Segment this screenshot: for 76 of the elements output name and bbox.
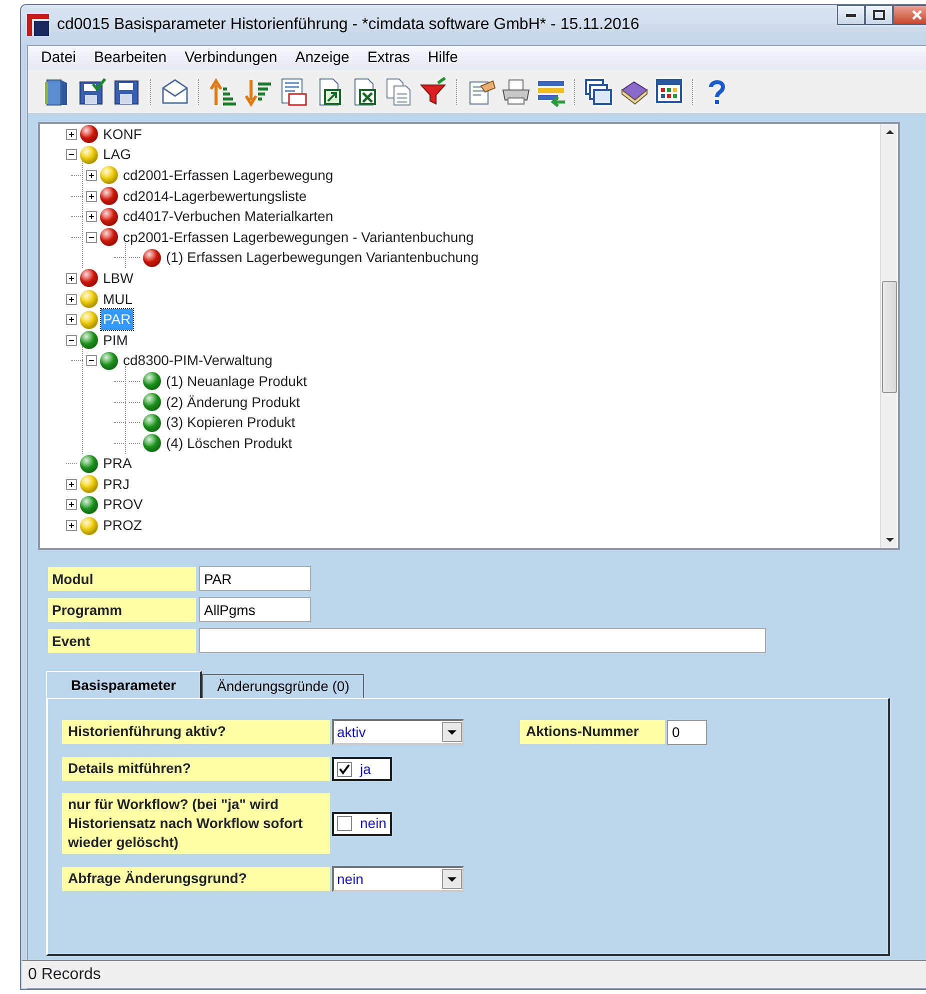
menu-item[interactable]: Datei [32,46,86,70]
tree-item[interactable]: cp2001-Erfassen Lagerbewegungen - Variantenbuchung [121,226,476,248]
expand-icon[interactable] [86,211,97,222]
minimize-icon [845,12,857,18]
status-bar: 0 Records [22,960,926,988]
field-label: Programm [48,598,196,622]
tree-item[interactable]: MUL [101,288,135,310]
checkbox[interactable]: ja [332,757,392,781]
sort-ascending-icon[interactable] [208,76,238,108]
vertical-scrollbar[interactable] [880,124,898,548]
dropdown-value: nein [337,870,364,888]
dropdown[interactable]: aktiv [332,719,464,745]
dropdown[interactable]: nein [332,866,464,892]
input-field[interactable] [199,628,766,653]
field-label: nur für Workflow? (bei "ja" wird Historiensatz nach Workflow sofort wieder gelöscht) [62,793,330,854]
field-label: Abfrage Änderungsgrund? [62,867,330,891]
checkbox[interactable]: nein [332,812,392,836]
tree-item[interactable]: cd2001-Erfassen Lagerbewegung [121,164,336,186]
input-field[interactable]: PAR [199,566,311,591]
collapse-icon[interactable] [86,232,97,243]
expand-icon[interactable] [86,170,97,181]
filter-icon[interactable] [418,76,448,108]
checkbox-label: nein [360,814,386,833]
tree-item[interactable]: (3) Kopieren Produkt [164,412,298,434]
expand-icon[interactable] [66,314,77,326]
field-label: Modul [48,566,196,590]
expand-icon[interactable] [66,478,77,490]
empty-checkbox-icon [337,816,352,831]
minimize-button[interactable] [837,5,865,25]
menu-item[interactable]: Extras [358,46,419,70]
menu-item[interactable]: Bearbeiten [85,46,176,70]
field-label: Details mitführen? [62,757,330,781]
expand-icon[interactable] [66,294,77,305]
dropdown-value: aktiv [337,722,366,742]
tree-item[interactable]: (1) Erfassen Lagerbewegungen Variantenbuchung [164,247,481,268]
tree-item[interactable]: PRA [101,453,134,474]
field-label: Aktions-Nummer [520,720,665,744]
tree-item[interactable]: LBW [101,268,136,289]
tab[interactable]: Änderungsgründe (0) [202,674,364,698]
tree-item[interactable]: cd2014-Lagerbewertungsliste [121,186,309,207]
checkbox-label: ja [360,760,371,779]
expand-icon[interactable] [66,499,77,510]
menu-item[interactable]: Anzeige [286,46,358,70]
field-label: Historienführung aktiv? [62,720,330,744]
tree-item[interactable]: KONF [101,124,144,145]
close-icon [911,9,923,21]
tree-item[interactable]: PIM [101,330,130,351]
field-label: Event [48,628,196,652]
window-title: cd0015 Basisparameter Historienführung - *cimdata software GmbH* - 15.11.2016 [57,15,640,35]
maximize-icon [873,10,885,20]
tree-item[interactable]: (4) Löschen Produkt [164,432,294,454]
tab[interactable]: Basisparameter [46,671,202,698]
app-logo-icon [27,14,49,36]
tree-item[interactable]: PRJ [101,474,132,495]
tree-item[interactable]: PROV [101,494,145,516]
tree-item[interactable]: cd8300-PIM-Verwaltung [121,350,274,372]
collapse-icon[interactable] [86,355,97,366]
input-field[interactable]: AllPgms [199,597,311,622]
collapse-icon[interactable] [66,149,77,160]
tree-item[interactable]: PROZ [101,515,144,536]
expand-icon[interactable] [66,520,77,532]
expand-icon[interactable] [66,272,77,284]
maximize-button[interactable] [865,5,893,25]
scrollbar-thumb[interactable] [882,281,897,393]
tree-item[interactable]: cd4017-Verbuchen Materialkarten [121,206,336,228]
expand-icon[interactable] [86,190,97,202]
tree-item[interactable]: (1) Neuanlage Produkt [164,370,309,392]
checkmark-icon [337,762,352,776]
save-check-icon[interactable] [77,76,107,108]
tree-item[interactable]: LAG [101,144,134,166]
collapse-icon[interactable] [66,334,77,346]
input-field[interactable]: 0 [667,720,707,744]
menu-item[interactable]: Hilfe [418,46,467,70]
menu-item[interactable]: Verbindungen [176,46,286,70]
expand-icon[interactable] [66,128,77,140]
tree-item[interactable]: (2) Änderung Produkt [164,392,302,413]
